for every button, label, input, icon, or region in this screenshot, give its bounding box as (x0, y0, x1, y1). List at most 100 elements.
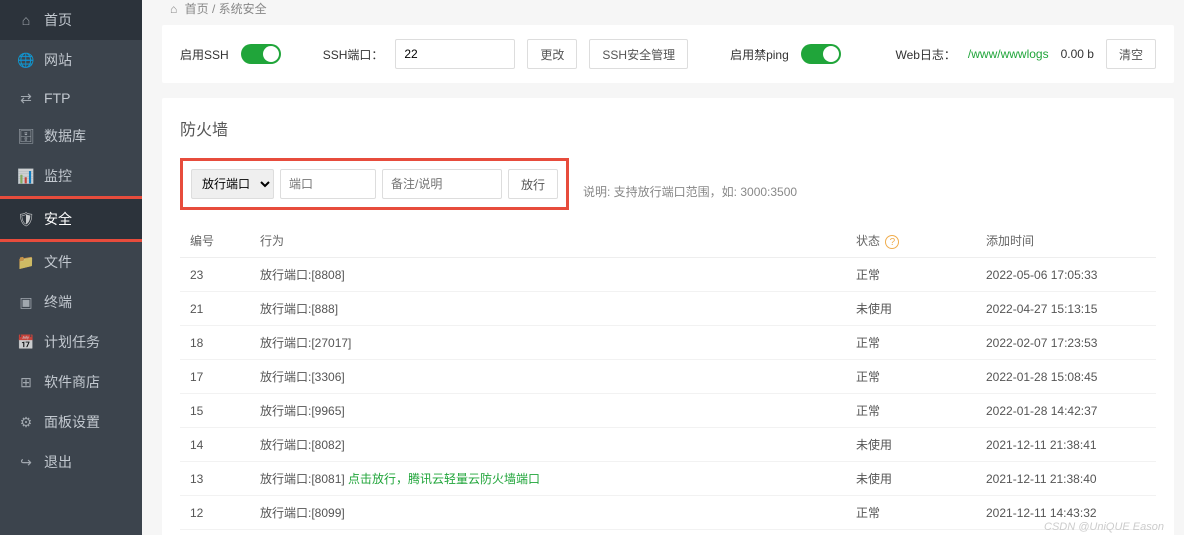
table-row: 14放行端口:[8082]未使用2021-12-11 21:38:41 (180, 428, 1156, 462)
cell-status: 正常 (846, 360, 976, 394)
cell-id: 15 (180, 394, 250, 428)
cell-action: 放行端口:[9965] (250, 394, 846, 428)
help-icon[interactable]: ? (885, 235, 899, 249)
cell-id: 11 (180, 530, 250, 535)
th-id: 编号 (180, 224, 250, 258)
cell-status: 未使用 (846, 462, 976, 496)
sidebar-item-label: 网站 (44, 50, 72, 70)
panel-title: 防火墙 (180, 116, 1156, 140)
ftp-icon: ⇄ (18, 90, 34, 106)
cell-status: 正常 (846, 394, 976, 428)
sidebar-item-label: 首页 (44, 10, 72, 30)
table-row: 23放行端口:[8808]正常2022-05-06 17:05:33 (180, 258, 1156, 292)
firewall-tbody: 23放行端口:[8808]正常2022-05-06 17:05:3321放行端口… (180, 258, 1156, 535)
cell-status: 正常 (846, 326, 976, 360)
cell-time: 2022-05-06 17:05:33 (976, 258, 1156, 292)
chart-icon: 📊 (18, 168, 34, 184)
web-log-path[interactable]: /www/wwwlogs (968, 47, 1049, 61)
cell-status: 未使用 (846, 428, 976, 462)
sidebar-item-label: 软件商店 (44, 372, 100, 392)
firewall-panel: 防火墙 放行端口 放行 说明: 支持放行端口范围，如: 3000:3500 编号 (162, 98, 1174, 535)
table-row: 15放行端口:[9965]正常2022-01-28 14:42:37 (180, 394, 1156, 428)
cell-action: 放行端口:[888] (250, 292, 846, 326)
grid-icon: ⊞ (18, 374, 34, 390)
exit-icon: ↪ (18, 454, 34, 470)
sidebar-item-folder[interactable]: 📁文件 (0, 242, 142, 282)
cell-id: 17 (180, 360, 250, 394)
cell-action: 放行端口:[8080] (250, 530, 846, 535)
enable-ping-toggle[interactable] (801, 44, 841, 64)
cell-time: 2022-01-28 15:08:45 (976, 360, 1156, 394)
ssh-security-button[interactable]: SSH安全管理 (589, 39, 688, 69)
enable-ssh-label: 启用SSH (180, 46, 229, 63)
cell-action: 放行端口:[8081] 点击放行，腾讯云轻量云防火墙端口 (250, 462, 846, 496)
sidebar-item-terminal[interactable]: ▣终端 (0, 282, 142, 322)
table-row: 11放行端口:[8080]未使用2021-12-11 10:53:03 (180, 530, 1156, 535)
table-row: 18放行端口:[27017]正常2022-02-07 17:23:53 (180, 326, 1156, 360)
table-row: 17放行端口:[3306]正常2022-01-28 15:08:45 (180, 360, 1156, 394)
clear-log-button[interactable]: 清空 (1106, 39, 1156, 69)
shield-icon: 🛡 (18, 211, 34, 227)
cell-id: 23 (180, 258, 250, 292)
sidebar-item-label: 面板设置 (44, 412, 100, 432)
th-status: 状态 ? (846, 224, 976, 258)
filter-hint: 说明: 支持放行端口范围，如: 3000:3500 (583, 183, 797, 200)
ssh-toolbar: 启用SSH SSH端口： 更改 SSH安全管理 启用禁ping Web日志： /… (162, 25, 1174, 83)
globe-icon: 🌐 (18, 52, 34, 68)
ssh-port-input[interactable] (395, 39, 515, 69)
filter-bar: 放行端口 放行 (180, 158, 569, 210)
breadcrumb-current: 系统安全 (219, 2, 267, 16)
enable-ssh-toggle[interactable] (241, 44, 281, 64)
cell-id: 13 (180, 462, 250, 496)
sidebar-item-globe[interactable]: 🌐 网站 (0, 40, 142, 80)
web-log-label: Web日志： (895, 46, 955, 63)
filter-submit-button[interactable]: 放行 (508, 169, 558, 199)
cell-action: 放行端口:[3306] (250, 360, 846, 394)
extra-link[interactable]: 点击放行，腾讯云轻量云防火墙端口 (345, 472, 540, 486)
sidebar-item-home[interactable]: ⌂ 首页 (0, 0, 142, 40)
table-row: 13放行端口:[8081] 点击放行，腾讯云轻量云防火墙端口未使用2021-12… (180, 462, 1156, 496)
home-icon: ⌂ (18, 12, 34, 28)
breadcrumb-home[interactable]: 首页 (185, 2, 209, 16)
sidebar-item-exit[interactable]: ↪退出 (0, 442, 142, 482)
cell-time: 2022-01-28 14:42:37 (976, 394, 1156, 428)
change-port-button[interactable]: 更改 (527, 39, 577, 69)
filter-type-select[interactable]: 放行端口 (191, 169, 274, 199)
th-action: 行为 (250, 224, 846, 258)
cell-id: 18 (180, 326, 250, 360)
cell-id: 21 (180, 292, 250, 326)
cell-time: 2021-12-11 21:38:41 (976, 428, 1156, 462)
cell-action: 放行端口:[8099] (250, 496, 846, 530)
sidebar-item-chart[interactable]: 📊监控 (0, 156, 142, 196)
enable-ping-label: 启用禁ping (730, 46, 789, 63)
filter-port-input[interactable] (280, 169, 376, 199)
cell-action: 放行端口:[8808] (250, 258, 846, 292)
sidebar-item-label: 安全 (44, 209, 72, 229)
cell-time: 2022-02-07 17:23:53 (976, 326, 1156, 360)
calendar-icon: 📅 (18, 334, 34, 350)
sidebar-item-grid[interactable]: ⊞ 软件商店 (0, 362, 142, 402)
sidebar-item-shield[interactable]: 🛡 安全 (0, 196, 145, 242)
sidebar-item-db[interactable]: 🗄数据库 (0, 116, 142, 156)
cell-action: 放行端口:[27017] (250, 326, 846, 360)
sidebar: ⌂ 首页 🌐 网站 ⇄FTP🗄数据库📊监控 🛡 安全 📁文件▣终端📅计划任务 ⊞ 软件商店 ⚙ 面板设… (0, 0, 142, 535)
cell-status: 正常 (846, 496, 976, 530)
home-icon: ⌂ (170, 2, 177, 16)
sidebar-item-calendar[interactable]: 📅计划任务 (0, 322, 142, 362)
filter-remark-input[interactable] (382, 169, 502, 199)
th-time: 添加时间 (976, 224, 1156, 258)
gear-icon: ⚙ (18, 414, 34, 430)
cell-status: 正常 (846, 258, 976, 292)
ssh-port-label: SSH端口： (323, 46, 384, 63)
cell-status: 未使用 (846, 530, 976, 535)
sidebar-item-gear[interactable]: ⚙ 面板设置 (0, 402, 142, 442)
folder-icon: 📁 (18, 254, 34, 270)
table-row: 12放行端口:[8099]正常2021-12-11 14:43:32 (180, 496, 1156, 530)
sidebar-item-label: 终端 (44, 292, 72, 312)
cell-action: 放行端口:[8082] (250, 428, 846, 462)
cell-time: 2022-04-27 15:13:15 (976, 292, 1156, 326)
main-content: ⌂ 首页 / 系统安全 启用SSH SSH端口： 更改 SSH安全管理 启用禁p… (142, 0, 1184, 535)
table-row: 21放行端口:[888]未使用2022-04-27 15:13:15 (180, 292, 1156, 326)
breadcrumb: ⌂ 首页 / 系统安全 (162, 0, 1174, 25)
sidebar-item-ftp[interactable]: ⇄FTP (0, 80, 142, 116)
